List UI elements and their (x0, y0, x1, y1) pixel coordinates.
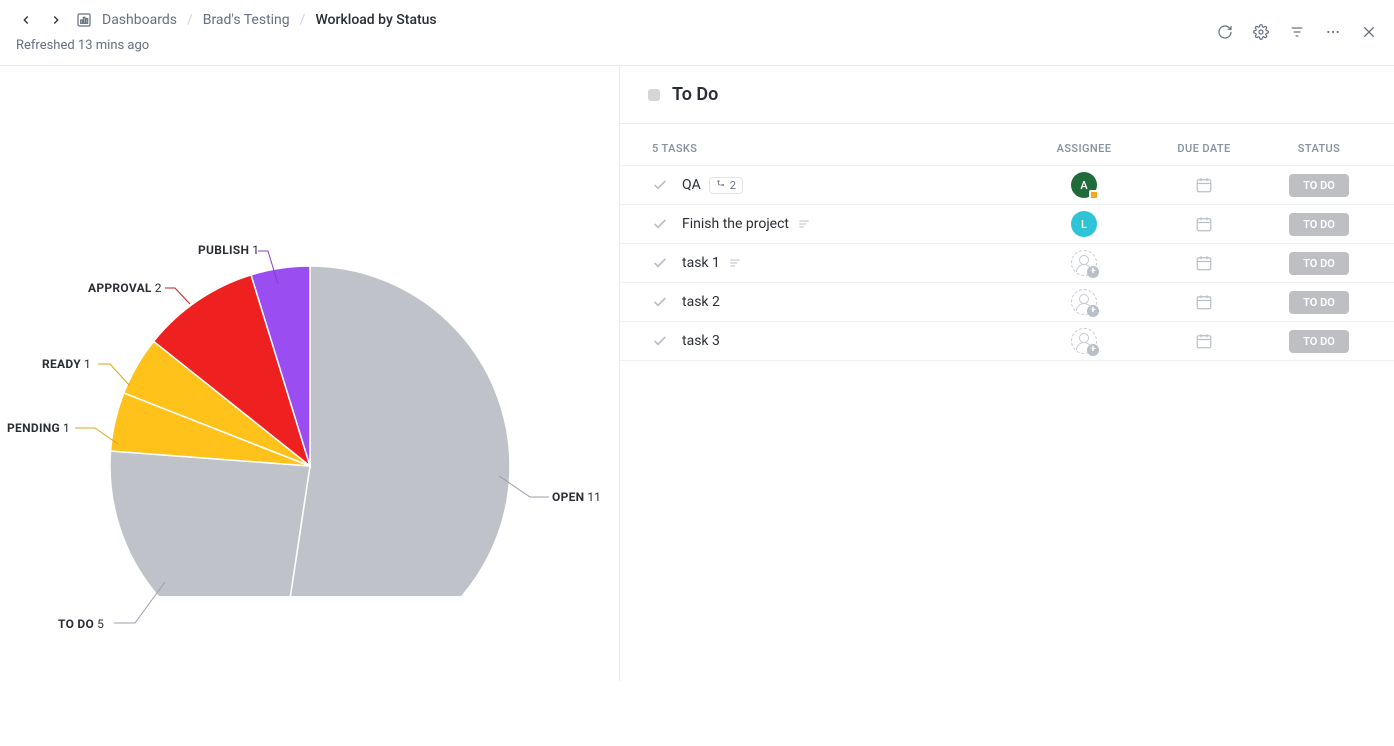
task-assignee[interactable]: + (1024, 289, 1144, 315)
plus-icon: + (1087, 266, 1099, 278)
gear-icon[interactable] (1252, 23, 1270, 41)
task-row[interactable]: QA2 A TO DO (620, 165, 1394, 204)
task-name[interactable]: task 3 (682, 333, 1024, 349)
forward-button[interactable] (46, 10, 66, 30)
plus-icon: + (1087, 344, 1099, 356)
task-due-date[interactable] (1144, 332, 1264, 350)
refresh-icon[interactable] (1216, 23, 1234, 41)
status-badge[interactable]: TO DO (1289, 213, 1349, 236)
status-badge[interactable]: TO DO (1289, 174, 1349, 197)
task-complete-check-icon[interactable] (652, 333, 668, 349)
status-badge[interactable]: TO DO (1289, 252, 1349, 275)
close-icon[interactable] (1360, 23, 1378, 41)
back-button[interactable] (16, 10, 36, 30)
task-list-pane: To Do 5 TASKS ASSIGNEE DUE DATE STATUS Q… (620, 66, 1394, 681)
breadcrumb-separator: / (187, 12, 193, 28)
status-color-swatch (648, 89, 660, 101)
task-name[interactable]: task 2 (682, 294, 1024, 310)
task-assignee[interactable]: + (1024, 328, 1144, 354)
assign-user-icon[interactable]: + (1071, 250, 1097, 276)
breadcrumb: Dashboards / Brad's Testing / Workload b… (16, 10, 437, 30)
task-name[interactable]: QA2 (682, 177, 1024, 194)
status-badge[interactable]: TO DO (1289, 291, 1349, 314)
task-complete-check-icon[interactable] (652, 294, 668, 310)
breadcrumb-folder[interactable]: Brad's Testing (203, 12, 290, 28)
task-complete-check-icon[interactable] (652, 255, 668, 271)
task-due-date[interactable] (1144, 176, 1264, 194)
task-row[interactable]: task 3 + TO DO (620, 321, 1394, 361)
column-header-tasks[interactable]: 5 TASKS (652, 142, 1024, 155)
breadcrumb-current[interactable]: Workload by Status (315, 12, 436, 28)
task-complete-check-icon[interactable] (652, 216, 668, 232)
avatar[interactable]: A (1071, 172, 1097, 198)
breadcrumb-separator: / (300, 12, 306, 28)
task-assignee[interactable]: A (1024, 172, 1144, 198)
avatar[interactable]: L (1071, 211, 1097, 237)
status-badge[interactable]: TO DO (1289, 330, 1349, 353)
chart-pane: OPEN 11 TO DO 5 PENDING 1 READY 1 APPROV… (0, 66, 620, 681)
more-icon[interactable] (1324, 23, 1342, 41)
panel-title: To Do (672, 84, 718, 105)
task-row[interactable]: task 1 + TO DO (620, 243, 1394, 282)
page-header: Dashboards / Brad's Testing / Workload b… (0, 0, 1394, 57)
assign-user-icon[interactable]: + (1071, 289, 1097, 315)
task-due-date[interactable] (1144, 293, 1264, 311)
column-header-due[interactable]: DUE DATE (1144, 142, 1264, 155)
task-name[interactable]: Finish the project (682, 216, 1024, 232)
column-header-assignee[interactable]: ASSIGNEE (1024, 142, 1144, 155)
task-complete-check-icon[interactable] (652, 177, 668, 193)
task-assignee[interactable]: L (1024, 211, 1144, 237)
assign-user-icon[interactable]: + (1071, 328, 1097, 354)
dashboard-icon (76, 12, 92, 28)
subtasks-badge[interactable]: 2 (709, 177, 743, 194)
column-header-status[interactable]: STATUS (1264, 142, 1374, 155)
avatar-status-dot (1089, 190, 1099, 200)
task-table-header: 5 TASKS ASSIGNEE DUE DATE STATUS (620, 124, 1394, 165)
task-row[interactable]: task 2 + TO DO (620, 282, 1394, 321)
refreshed-label: Refreshed 13 mins ago (16, 38, 437, 53)
task-status[interactable]: TO DO (1264, 330, 1374, 353)
task-due-date[interactable] (1144, 215, 1264, 233)
task-due-date[interactable] (1144, 254, 1264, 272)
breadcrumb-root[interactable]: Dashboards (102, 12, 177, 28)
task-assignee[interactable]: + (1024, 250, 1144, 276)
filter-icon[interactable] (1288, 23, 1306, 41)
task-status[interactable]: TO DO (1264, 213, 1374, 236)
task-status[interactable]: TO DO (1264, 291, 1374, 314)
task-row[interactable]: Finish the project L TO DO (620, 204, 1394, 243)
description-icon (728, 256, 742, 270)
task-name[interactable]: task 1 (682, 255, 1024, 271)
task-status[interactable]: TO DO (1264, 252, 1374, 275)
plus-icon: + (1087, 305, 1099, 317)
task-status[interactable]: TO DO (1264, 174, 1374, 197)
description-icon (797, 217, 811, 231)
